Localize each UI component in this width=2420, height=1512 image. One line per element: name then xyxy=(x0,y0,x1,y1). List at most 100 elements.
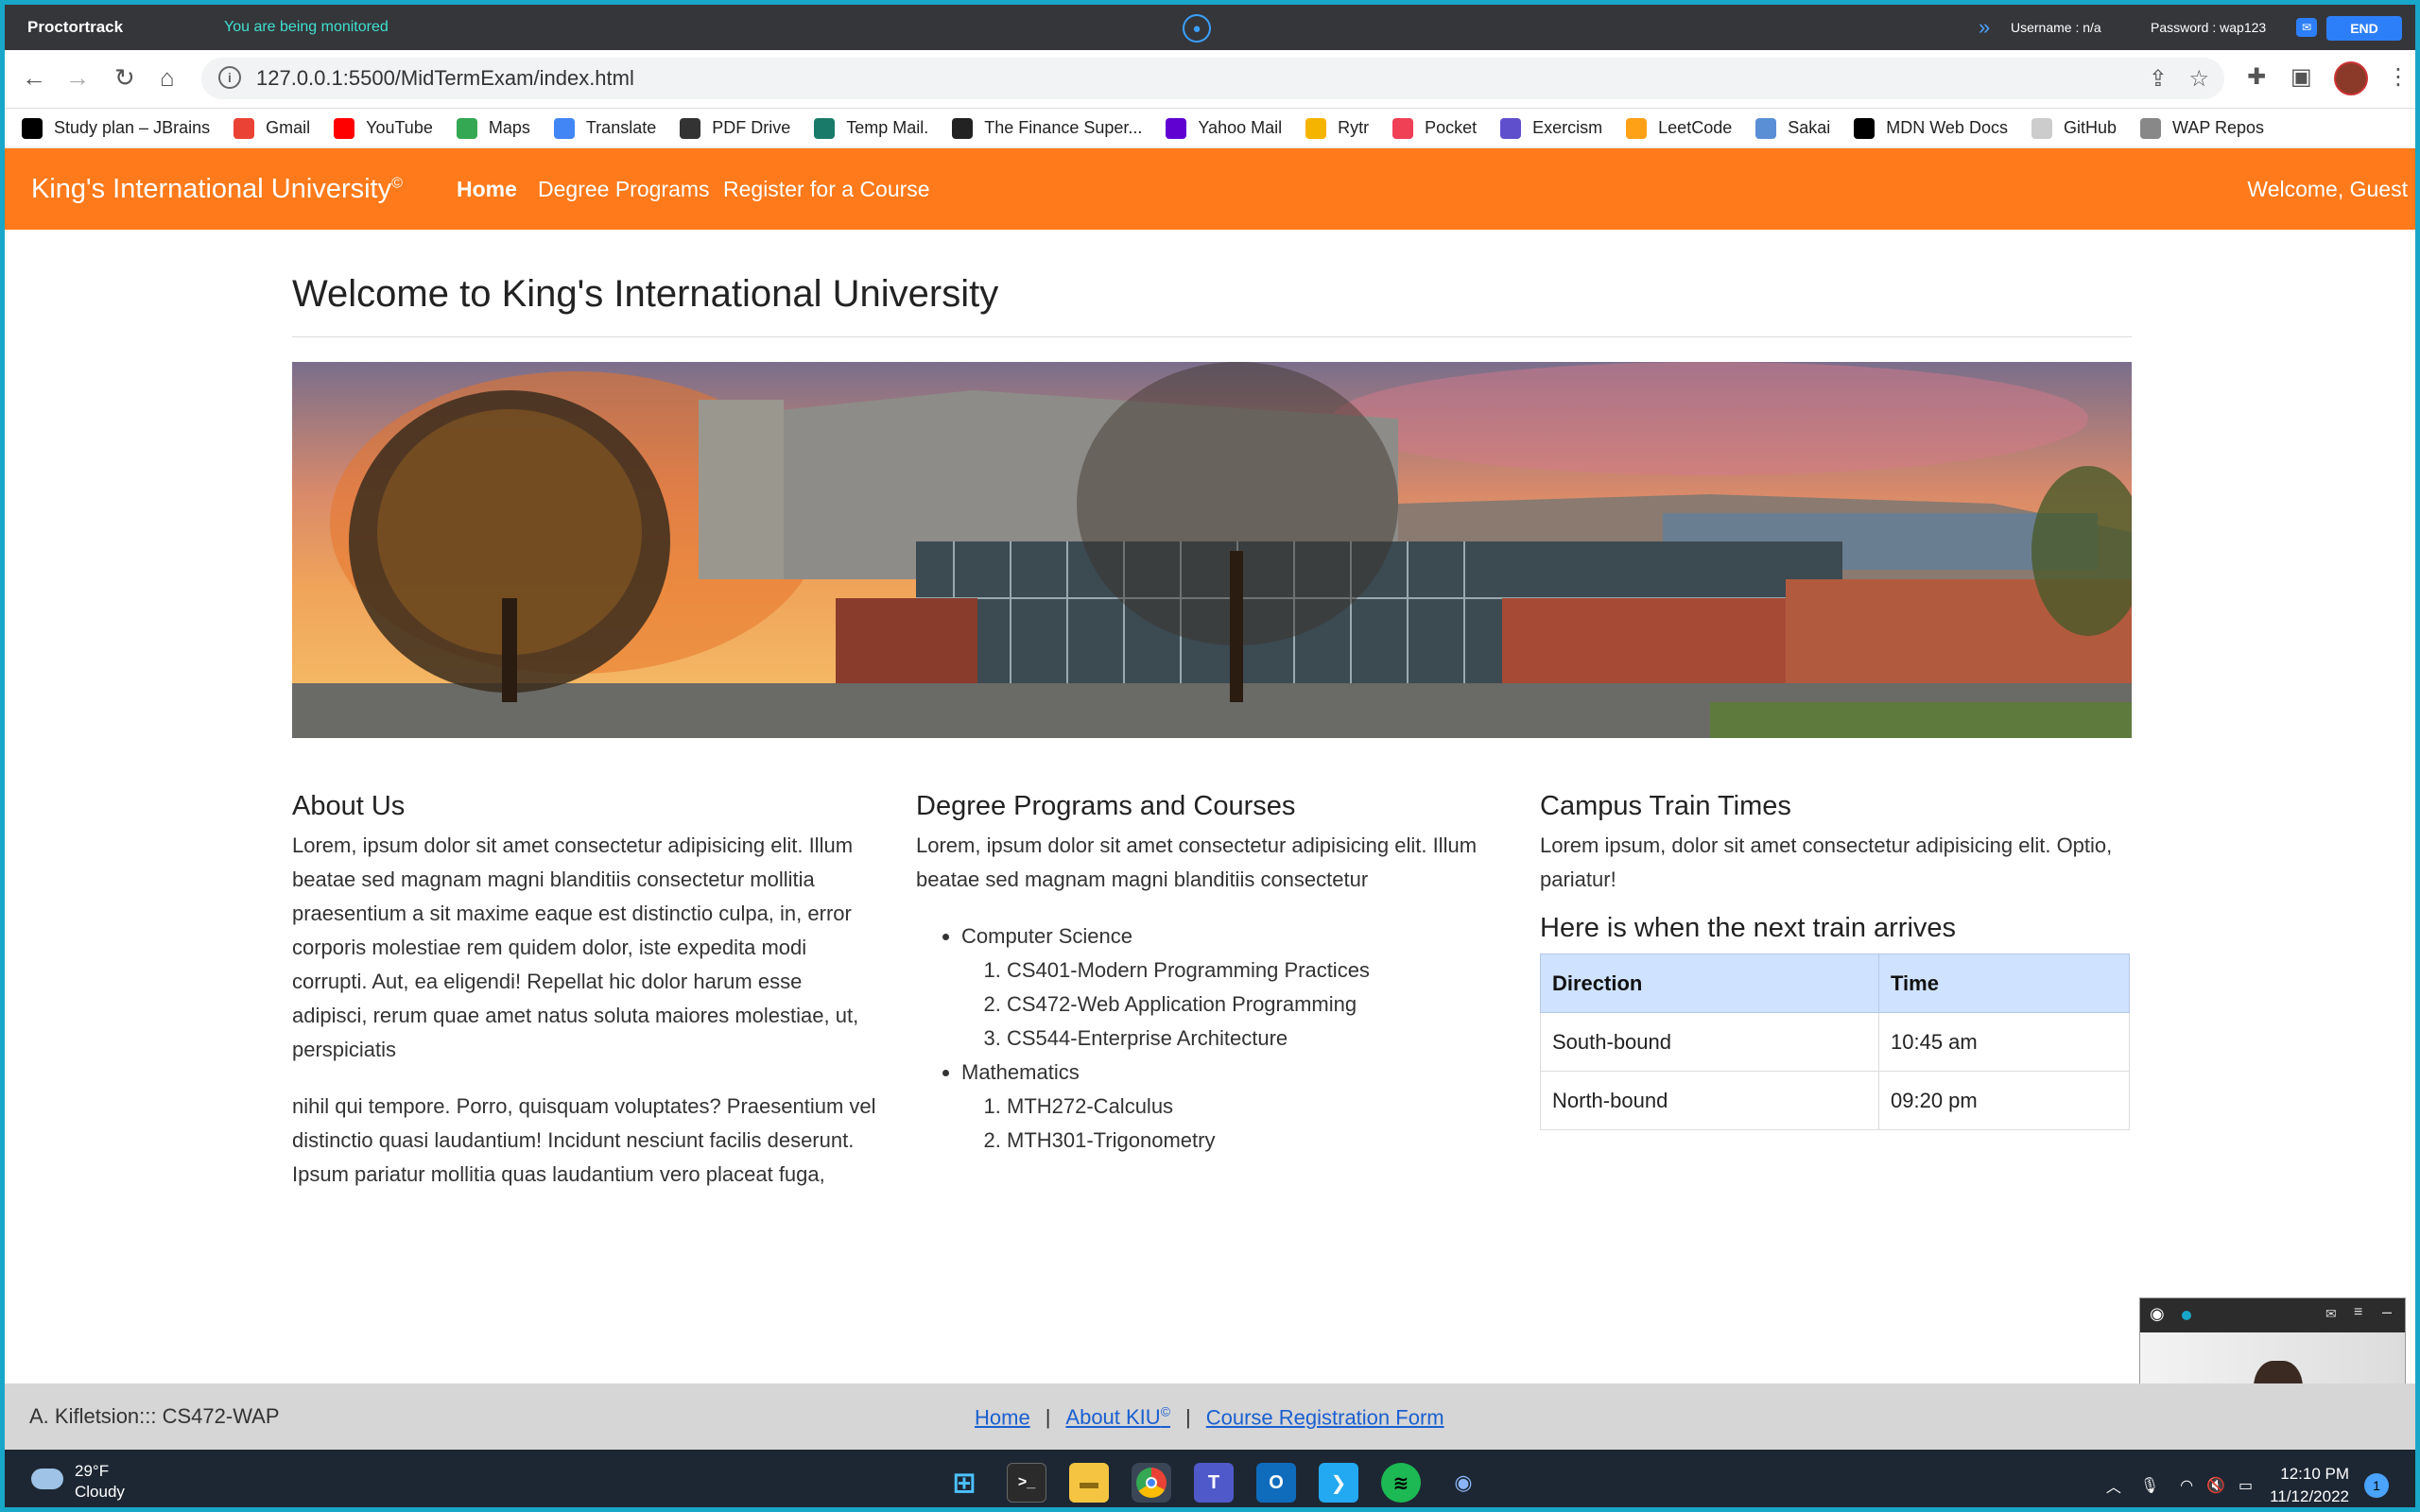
weather-widget[interactable]: 29°F Cloudy xyxy=(31,1461,125,1503)
menu-icon[interactable]: ≡ xyxy=(2354,1304,2362,1321)
rytr-icon xyxy=(1305,117,1327,139)
terminal-icon[interactable]: >_ xyxy=(1007,1463,1046,1503)
bookmark-item[interactable]: Exercism xyxy=(1500,117,1602,139)
chat-icon[interactable]: ✉ xyxy=(2325,1306,2337,1322)
course-item: CS544-Enterprise Architecture xyxy=(1007,1022,1502,1056)
minimize-icon[interactable]: – xyxy=(2382,1302,2392,1322)
footer-link-home[interactable]: Home xyxy=(975,1405,1030,1429)
address-bar[interactable]: i 127.0.0.1:5500/MidTermExam/index.html … xyxy=(201,58,2224,99)
bookmark-item[interactable]: Rytr xyxy=(1305,117,1369,139)
time-cell: 09:20 pm xyxy=(1878,1071,2130,1130)
program-item: Mathematics MTH272-Calculus MTH301-Trigo… xyxy=(961,1056,1502,1158)
home-icon[interactable]: ⌂ xyxy=(160,63,175,93)
site-navbar: King's International University© Home De… xyxy=(5,148,2415,230)
status-dot-icon xyxy=(2182,1311,2191,1320)
bookmark-label: YouTube xyxy=(366,118,433,137)
bookmark-item[interactable]: Sakai xyxy=(1755,117,1830,139)
battery-icon[interactable]: ▭ xyxy=(2238,1476,2253,1495)
footer-link-about[interactable]: About KIU© xyxy=(1065,1404,1170,1430)
eye-icon[interactable]: ◉ xyxy=(2150,1304,2165,1324)
vscode-icon[interactable]: ❯ xyxy=(1319,1463,1358,1503)
bookmark-item[interactable]: MDN Web Docs xyxy=(1854,117,2008,139)
chat-icon[interactable]: ✉ xyxy=(2296,18,2317,37)
course-list: CS401-Modern Programming Practices CS472… xyxy=(1007,954,1502,1056)
table-row: North-bound 09:20 pm xyxy=(1540,1071,2130,1130)
volume-muted-icon[interactable]: 🔇 xyxy=(2206,1476,2225,1495)
bookmark-item[interactable]: GitHub xyxy=(2031,117,2117,139)
bookmark-label: LeetCode xyxy=(1658,118,1733,137)
bookmark-item[interactable]: Study plan – JBrains xyxy=(22,117,211,139)
welcome-guest: Welcome, Guest xyxy=(2247,176,2408,201)
footer-link-about-text: About KIU xyxy=(1065,1405,1161,1430)
bookmark-item[interactable]: The Finance Super... xyxy=(952,117,1142,139)
eye-icon[interactable]: ● xyxy=(1183,14,1211,43)
back-icon[interactable]: ← xyxy=(22,63,46,93)
nav-degree-programs[interactable]: Degree Programs xyxy=(538,177,710,202)
bookmark-item[interactable]: Gmail xyxy=(233,117,310,139)
bookmark-item[interactable]: PDF Drive xyxy=(680,117,790,139)
teams-icon[interactable]: T xyxy=(1194,1463,1234,1503)
extensions-icon[interactable]: ✚ xyxy=(2247,63,2266,91)
site-brand[interactable]: King's International University© xyxy=(31,174,403,205)
chrome-icon[interactable] xyxy=(1132,1463,1171,1503)
sakai-icon xyxy=(1755,117,1777,139)
share-icon[interactable]: ⇪ xyxy=(2149,65,2168,93)
course-item: MTH272-Calculus xyxy=(1007,1090,1502,1124)
course-item: CS401-Modern Programming Practices xyxy=(1007,954,1502,988)
system-tray: ︿ 🎙 ◠ 🔇 ▭ 12:10 PM 11/12/2022 1 xyxy=(2106,1463,2389,1507)
nav-register-course[interactable]: Register for a Course xyxy=(723,177,930,202)
bookmark-item[interactable]: Pocket xyxy=(1392,117,1478,139)
page-title: Welcome to King's International Universi… xyxy=(292,273,2132,337)
bookmark-item[interactable]: Yahoo Mail xyxy=(1166,117,1282,139)
outlook-icon[interactable]: O xyxy=(1256,1463,1296,1503)
youtube-icon xyxy=(334,117,355,139)
program-name: Mathematics xyxy=(961,1060,1080,1084)
about-heading: About Us xyxy=(292,791,406,821)
finance-icon xyxy=(952,117,974,139)
bookmark-item[interactable]: WAP Repos xyxy=(2140,117,2264,139)
bookmark-item[interactable]: YouTube xyxy=(334,117,433,139)
monitoring-status: You are being monitored xyxy=(224,19,389,35)
site-footer: A. Kifletsion::: CS472-WAP Home | About KI… xyxy=(5,1383,2415,1450)
jbrains-icon xyxy=(22,117,43,139)
wifi-icon[interactable]: ◠ xyxy=(2180,1476,2193,1495)
site-info-icon[interactable]: i xyxy=(218,66,241,89)
nav-home[interactable]: Home xyxy=(457,177,517,202)
footer-separator: | xyxy=(1185,1405,1191,1430)
train-table: Direction Time South-bound 10:45 am Nort… xyxy=(1540,954,2130,1130)
clock[interactable]: 12:10 PM 11/12/2022 xyxy=(2270,1463,2349,1507)
file-explorer-icon[interactable]: ▬ xyxy=(1069,1463,1109,1503)
reload-icon[interactable]: ↻ xyxy=(114,63,135,93)
proctortrack-icon[interactable]: ◉ xyxy=(1443,1463,1483,1503)
footer-link-registration[interactable]: Course Registration Form xyxy=(1206,1405,1444,1429)
degrees-intro: Lorem, ipsum dolor sit amet consectetur … xyxy=(916,833,1478,891)
footer-separator: | xyxy=(1045,1405,1051,1430)
username-label: Username : n/a xyxy=(2011,20,2101,35)
course-item: CS472-Web Application Programming xyxy=(1007,988,1502,1022)
clock-time: 12:10 PM xyxy=(2280,1465,2349,1483)
end-button[interactable]: END xyxy=(2326,16,2402,41)
bookmark-item[interactable]: Temp Mail. xyxy=(814,117,928,139)
bookmark-item[interactable]: Maps xyxy=(456,117,530,139)
spotify-icon[interactable]: ≋ xyxy=(1381,1463,1421,1503)
profile-avatar[interactable] xyxy=(2334,61,2368,95)
notification-badge[interactable]: 1 xyxy=(2364,1473,2389,1498)
column-header-time: Time xyxy=(1878,954,2130,1013)
microphone-icon[interactable]: 🎙 xyxy=(2140,1476,2159,1495)
weather-condition: Cloudy xyxy=(75,1483,125,1501)
bookmark-item[interactable]: Translate xyxy=(553,117,656,139)
cloud-icon xyxy=(31,1469,63,1489)
program-item: Computer Science CS401-Modern Programmin… xyxy=(961,919,1502,1056)
chevron-right-icon[interactable]: » xyxy=(1979,15,1990,40)
bookmark-label: Study plan – JBrains xyxy=(54,118,211,137)
menu-kebab-icon[interactable]: ⋮ xyxy=(2387,63,2410,91)
pocket-icon xyxy=(1392,117,1414,139)
course-list: MTH272-Calculus MTH301-Trigonometry xyxy=(1007,1090,1502,1158)
side-panel-icon[interactable]: ▣ xyxy=(2290,63,2312,91)
chevron-up-icon[interactable]: ︿ xyxy=(2106,1474,2121,1497)
bookmark-item[interactable]: LeetCode xyxy=(1626,117,1733,139)
windows-start-icon[interactable]: ⊞ xyxy=(944,1463,984,1503)
forward-icon[interactable]: → xyxy=(65,63,90,93)
bookmark-label: Pocket xyxy=(1425,118,1478,137)
bookmark-star-icon[interactable]: ☆ xyxy=(2188,65,2209,93)
